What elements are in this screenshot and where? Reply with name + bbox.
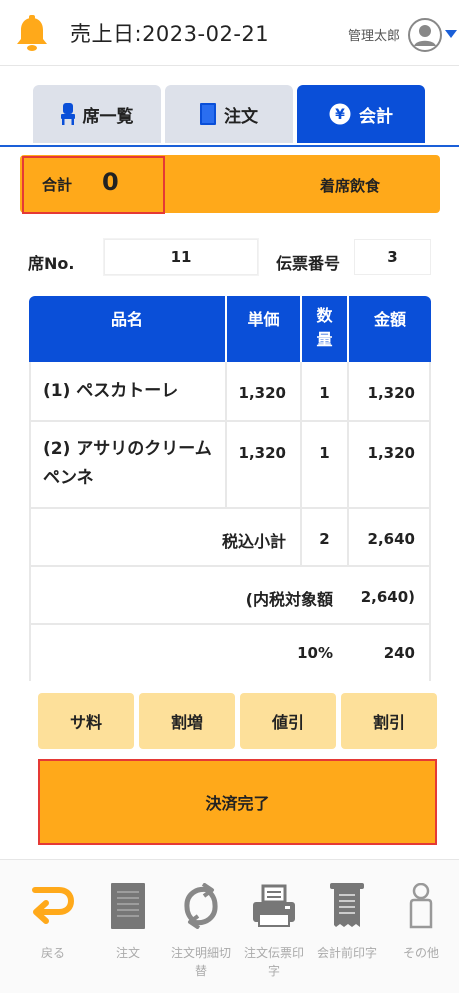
table-row[interactable]: (2) アサリのクリームペンネ 1,320 1 1,320: [29, 422, 431, 509]
tab-bar: 席一覧 注文 ¥ 会計: [0, 66, 459, 147]
footer-pre-print-button[interactable]: 会計前印字: [312, 882, 382, 962]
total-value: 0: [102, 168, 119, 196]
item-quantity: 1: [300, 422, 347, 507]
bottom-toolbar: 戻る 注文 注文明細切替 注文伝票印字 会計前印字 その他: [0, 859, 459, 993]
person-icon: [386, 882, 456, 930]
tab-checkout[interactable]: ¥ 会計: [297, 85, 425, 143]
footer-label: その他: [402, 946, 439, 960]
footer-label: 戻る: [40, 946, 65, 960]
surcharge-button[interactable]: 割増: [139, 693, 235, 749]
footer-order-button[interactable]: 注文: [93, 882, 163, 962]
total-bar: 合計 0 着席飲食: [20, 155, 440, 214]
subtotal-amount: 2,640: [347, 509, 429, 565]
subtotal-row: 税込小計 2 2,640: [29, 509, 431, 567]
tab-seat-list[interactable]: 席一覧: [33, 85, 161, 143]
subtotal-label: 税込小計: [221, 532, 286, 551]
printer-icon: [239, 882, 309, 930]
order-table: 品名 単価 数量 金額 (1) ペスカトーレ 1,320 1 1,320 (2)…: [29, 296, 431, 681]
tax-row: 10% 240: [29, 625, 431, 681]
item-amount: 1,320: [347, 422, 429, 507]
column-header-unit-price: 単価: [225, 296, 300, 362]
footer-print-slip-button[interactable]: 注文伝票印字: [239, 882, 309, 980]
complete-payment-button[interactable]: 決済完了: [38, 759, 437, 845]
adjustment-buttons: サ料 割増 値引 割引: [38, 693, 437, 749]
footer-label: 会計前印字: [316, 946, 377, 960]
tab-order[interactable]: 注文: [165, 85, 293, 143]
footer-back-button[interactable]: 戻る: [18, 882, 88, 962]
total-label: 合計: [42, 176, 73, 194]
service-charge-button[interactable]: サ料: [38, 693, 134, 749]
seat-info-row: 席No. 11 伝票番号 3: [0, 239, 459, 277]
tab-label: 注文: [224, 106, 258, 127]
item-unit-price: 1,320: [225, 362, 300, 420]
item-amount: 1,320: [347, 362, 429, 420]
seat-number-value: 11: [104, 239, 258, 275]
chevron-down-icon[interactable]: [445, 30, 457, 38]
subtotal-quantity: 2: [300, 509, 347, 565]
footer-label: 注文: [115, 946, 140, 960]
refresh-icon: [166, 882, 236, 930]
user-name[interactable]: 管理太郎: [348, 25, 400, 44]
item-quantity: 1: [300, 362, 347, 420]
column-header-name: 品名: [110, 310, 143, 329]
footer-other-button[interactable]: その他: [386, 882, 456, 962]
slip-number-value: 3: [354, 239, 431, 275]
app-header: 売上日:2023-02-21 管理太郎: [0, 0, 459, 66]
receipt-icon: [312, 882, 382, 930]
tax-amount: 240: [383, 644, 415, 662]
tab-label: 会計: [359, 106, 393, 127]
sales-date-title: 売上日:2023-02-21: [70, 22, 270, 46]
dine-type-label[interactable]: 着席飲食: [320, 175, 380, 196]
taxable-label: (内税対象額: [245, 590, 333, 609]
item-unit-price: 1,320: [225, 422, 300, 507]
column-header-quantity: 数量: [300, 296, 347, 362]
tab-label: 席一覧: [82, 106, 134, 127]
table-row[interactable]: (1) ペスカトーレ 1,320 1 1,320: [29, 362, 431, 422]
footer-label: 注文明細切替: [170, 946, 231, 978]
seat-number-label: 席No.: [28, 254, 75, 273]
slip-number-label: 伝票番号: [276, 254, 341, 273]
taxable-amount: 2,640): [360, 588, 415, 606]
table-header: 品名 単価 数量 金額: [29, 296, 431, 362]
item-name: (1) ペスカトーレ: [43, 381, 179, 401]
footer-label: 注文伝票印字: [243, 946, 304, 978]
item-name: (2) アサリのクリームペンネ: [43, 439, 212, 488]
user-avatar-icon[interactable]: [408, 18, 442, 52]
percent-discount-button[interactable]: 割引: [341, 693, 437, 749]
return-arrow-icon: [18, 882, 88, 930]
notebook-icon: [200, 103, 216, 125]
taxable-row: (内税対象額 2,640): [29, 567, 431, 625]
notification-bell-icon[interactable]: [14, 14, 50, 52]
chair-icon: [60, 103, 75, 125]
column-header-amount: 金額: [347, 296, 431, 362]
price-discount-button[interactable]: 値引: [240, 693, 336, 749]
document-icon: [93, 882, 163, 930]
footer-toggle-detail-button[interactable]: 注文明細切替: [166, 882, 236, 980]
checkout-panel: 合計 0 着席飲食 席No. 11 伝票番号 3 品名 単価 数量 金額 (1)…: [0, 147, 459, 859]
yen-icon: ¥: [329, 103, 351, 125]
svg-text:¥: ¥: [335, 107, 345, 123]
tax-rate-label: 10%: [297, 644, 333, 662]
